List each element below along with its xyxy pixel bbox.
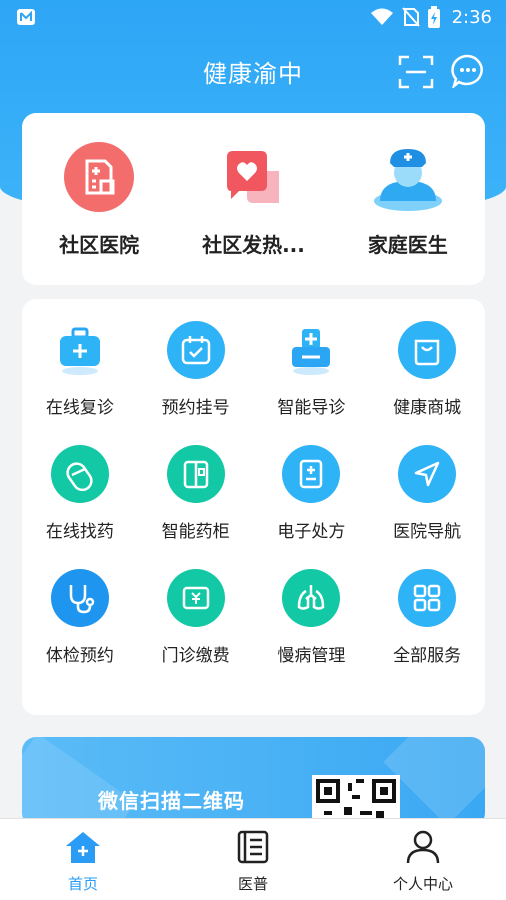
- service-label: 门诊缴费: [161, 646, 230, 666]
- service-label: 在线找药: [45, 522, 114, 542]
- service-label: 智能药柜: [161, 522, 230, 542]
- service-label: 体检预约: [45, 646, 114, 666]
- service-label: 智能导诊: [277, 398, 346, 418]
- article-icon: [237, 830, 269, 864]
- service-payment[interactable]: 门诊缴费: [138, 569, 254, 693]
- tab-home[interactable]: 首页: [28, 827, 138, 900]
- service-smart-cabinet[interactable]: 智能药柜: [138, 445, 254, 569]
- service-label: 预约挂号: [161, 398, 230, 418]
- service-label: 电子处方: [277, 522, 346, 542]
- miniprogram-banner[interactable]: 微信扫描二维码 体验打开小程: [22, 737, 485, 827]
- tab-label: 医普: [237, 875, 268, 893]
- navigation-icon: [414, 461, 440, 487]
- service-chronic-care[interactable]: 慢病管理: [254, 569, 370, 693]
- status-bar: 2:36: [0, 0, 506, 34]
- tab-label: 首页: [67, 875, 98, 893]
- pill-icon: [66, 462, 93, 491]
- service-label: 在线复诊: [45, 398, 114, 418]
- triage-icon: [292, 329, 331, 375]
- calendar-check-icon: [181, 336, 210, 365]
- service-appointment[interactable]: 预约挂号: [138, 321, 254, 445]
- bottom-tab-bar: 首页 医普 个人中心: [0, 818, 506, 900]
- fever-clinic-item[interactable]: 社区发热...: [183, 141, 323, 285]
- service-find-medicine[interactable]: 在线找药: [22, 445, 138, 569]
- services-grid: 在线复诊 预约挂号 智能导诊 健康商城 在线找药 智能药柜 电子处方 医院导航 …: [22, 299, 485, 715]
- status-time: 2:36: [451, 6, 492, 28]
- service-checkup[interactable]: 体检预约: [22, 569, 138, 693]
- service-online-revisit[interactable]: 在线复诊: [22, 321, 138, 445]
- top-item-label: 家庭医生: [367, 233, 448, 257]
- wifi-icon: [370, 8, 393, 25]
- home-icon: [66, 832, 100, 863]
- grid-icon: [413, 584, 441, 612]
- service-all[interactable]: 全部服务: [369, 569, 485, 693]
- service-e-prescription[interactable]: 电子处方: [254, 445, 370, 569]
- medical-kit-icon: [59, 327, 100, 375]
- service-label: 医院导航: [393, 522, 462, 542]
- service-health-mall[interactable]: 健康商城: [369, 321, 485, 445]
- scan-icon[interactable]: [398, 54, 434, 90]
- battery-icon: [427, 6, 440, 28]
- service-label: 全部服务: [393, 646, 462, 666]
- tab-articles[interactable]: 医普: [198, 827, 308, 900]
- family-doctor-item[interactable]: 家庭医生: [338, 141, 478, 285]
- no-sim-icon: [401, 7, 420, 27]
- service-label: 慢病管理: [277, 646, 346, 666]
- shopping-bag-icon: [414, 339, 440, 366]
- community-hospital-item[interactable]: 社区医院: [29, 141, 169, 285]
- tab-profile[interactable]: 个人中心: [368, 827, 478, 900]
- featured-services-card: 社区医院 社区发热... 家庭医生: [22, 113, 485, 285]
- message-icon[interactable]: [451, 54, 485, 88]
- payment-icon: [182, 586, 209, 610]
- tab-label: 个人中心: [392, 875, 453, 893]
- top-item-label: 社区医院: [59, 233, 140, 257]
- person-icon: [406, 830, 440, 864]
- app-icon: [17, 9, 35, 25]
- top-item-label: 社区发热...: [202, 233, 305, 257]
- service-label: 健康商城: [393, 398, 462, 418]
- lungs-icon: [298, 585, 325, 610]
- cabinet-icon: [183, 460, 208, 489]
- prescription-icon: [300, 459, 323, 489]
- stethoscope-icon: [69, 585, 95, 614]
- banner-text: 微信扫描二维码: [98, 789, 245, 813]
- fever-clinic-icon: [227, 151, 280, 203]
- community-hospital-icon: [64, 142, 135, 212]
- service-hospital-nav[interactable]: 医院导航: [369, 445, 485, 569]
- title-bar: 健康渝中: [0, 46, 506, 96]
- service-triage[interactable]: 智能导诊: [254, 321, 370, 445]
- page-title: 健康渝中: [203, 59, 303, 88]
- family-doctor-icon: [373, 149, 442, 211]
